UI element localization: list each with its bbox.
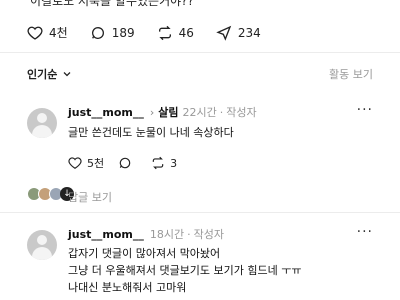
repost-button[interactable]: 3 xyxy=(151,156,177,170)
activity-link[interactable]: 활동 보기 xyxy=(329,66,373,82)
separator-dot: · xyxy=(187,227,191,241)
sort-dropdown[interactable]: 인기순 xyxy=(27,66,73,82)
repost-icon xyxy=(158,25,171,40)
post-text: 이걸로도 저축을 할수있는거야?? xyxy=(30,0,194,8)
avatar[interactable] xyxy=(27,230,57,260)
more-options-button[interactable]: ··· xyxy=(357,102,373,118)
divider xyxy=(0,52,400,53)
comment-time: 22시간 xyxy=(182,106,217,119)
share-icon xyxy=(216,25,232,41)
reply-to-user[interactable]: 살림 xyxy=(158,104,178,120)
reply-arrow-icon: › xyxy=(149,105,155,119)
sort-label: 인기순 xyxy=(27,68,58,81)
more-options-button[interactable]: ··· xyxy=(357,224,373,240)
comment-meta: just__mom__ › 살림 22시간 · 작성자 xyxy=(68,104,257,120)
comment-text-line: 갑자기 댓글이 많아져서 막아놨어 xyxy=(68,247,221,260)
comment-text-line: 나대신 분노해줘서 고마워 xyxy=(68,281,187,294)
comment-button[interactable]: 189 xyxy=(90,25,135,41)
avatar-head xyxy=(37,113,47,123)
repost-count: 3 xyxy=(170,156,178,170)
author-tag: 작성자 xyxy=(193,228,225,241)
like-button[interactable]: 5천 xyxy=(68,155,104,171)
comment-count: 189 xyxy=(111,25,135,40)
sort-row: 인기순 활동 보기 xyxy=(27,66,373,82)
avatar-body xyxy=(32,125,52,138)
comment-meta: just__mom__ 18시간 · 작성자 xyxy=(68,226,224,242)
chevron-down-icon xyxy=(63,72,71,77)
separator-dot: · xyxy=(219,105,224,119)
divider xyxy=(0,212,400,213)
comment-text: 글만 쓴건데도 눈물이 나네 속상하다 xyxy=(68,126,234,139)
share-count: 234 xyxy=(237,25,261,40)
post-actions: 4천 189 46 234 xyxy=(27,24,283,41)
heart-icon xyxy=(27,26,43,40)
avatar[interactable] xyxy=(27,108,57,138)
like-count: 5천 xyxy=(87,157,105,170)
reply-avatars[interactable]: ↓ xyxy=(27,187,74,201)
repost-count: 46 xyxy=(178,25,194,40)
repost-icon xyxy=(152,156,164,170)
comment-icon xyxy=(119,157,131,169)
repost-button[interactable]: 46 xyxy=(157,25,194,41)
comment-time: 18시간 xyxy=(149,228,185,241)
like-count: 4천 xyxy=(49,26,68,40)
like-button[interactable]: 4천 xyxy=(27,24,68,41)
comment-actions: 5천 3 xyxy=(68,155,191,171)
avatar-head xyxy=(37,235,47,245)
username[interactable]: just__mom__ xyxy=(68,106,144,119)
username[interactable]: just__mom__ xyxy=(68,228,144,241)
view-replies-link[interactable]: 답글 보기 xyxy=(68,189,112,205)
avatar-body xyxy=(32,247,52,260)
share-button[interactable]: 234 xyxy=(216,25,261,41)
author-tag: 작성자 xyxy=(226,106,257,119)
comment-icon xyxy=(91,26,104,39)
heart-icon xyxy=(68,157,82,169)
comment-text-line: 그냥 더 우울해져서 댓글보기도 보기가 힘드네 ㅜㅠ xyxy=(68,264,302,277)
comment-button[interactable] xyxy=(118,156,137,170)
